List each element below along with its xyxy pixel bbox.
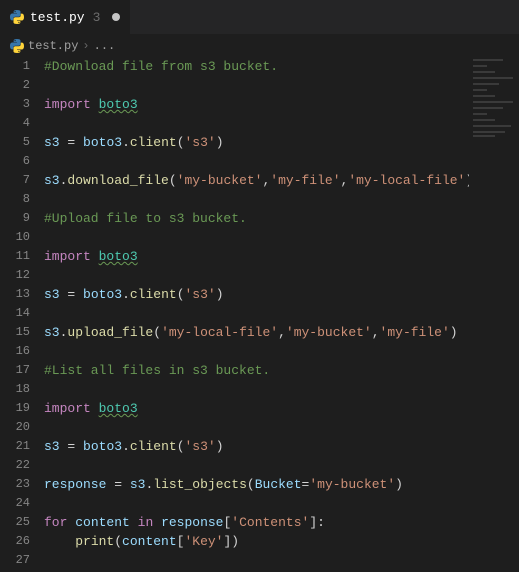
line-number: 6 xyxy=(0,152,30,171)
code-line[interactable] xyxy=(44,342,519,361)
code-area[interactable]: #Download file from s3 bucket. import bot… xyxy=(44,57,519,572)
line-number: 8 xyxy=(0,190,30,209)
code-line[interactable]: s3 = boto3.client('s3') xyxy=(44,133,519,152)
line-number: 15 xyxy=(0,323,30,342)
line-number: 17 xyxy=(0,361,30,380)
line-number: 12 xyxy=(0,266,30,285)
code-line[interactable] xyxy=(44,418,519,437)
line-number: 23 xyxy=(0,475,30,494)
line-number: 20 xyxy=(0,418,30,437)
line-number: 2 xyxy=(0,76,30,95)
line-number-gutter: 1234567891011121314151617181920212223242… xyxy=(0,57,44,572)
line-number: 19 xyxy=(0,399,30,418)
line-number: 26 xyxy=(0,532,30,551)
breadcrumb-more: ... xyxy=(94,39,116,53)
code-line[interactable]: print(content['Key']) xyxy=(44,532,519,551)
line-number: 4 xyxy=(0,114,30,133)
code-line[interactable] xyxy=(44,114,519,133)
tab-filename: test.py xyxy=(30,10,85,25)
line-number: 5 xyxy=(0,133,30,152)
line-number: 9 xyxy=(0,209,30,228)
code-line[interactable]: import boto3 xyxy=(44,399,519,418)
code-line[interactable]: s3.upload_file('my-local-file','my-bucke… xyxy=(44,323,519,342)
code-line[interactable]: s3 = boto3.client('s3') xyxy=(44,285,519,304)
line-number: 21 xyxy=(0,437,30,456)
line-number: 3 xyxy=(0,95,30,114)
line-number: 25 xyxy=(0,513,30,532)
code-line[interactable]: for content in response['Contents']: xyxy=(44,513,519,532)
code-line[interactable] xyxy=(44,190,519,209)
code-line[interactable] xyxy=(44,494,519,513)
line-number: 1 xyxy=(0,57,30,76)
code-line[interactable]: import boto3 xyxy=(44,95,519,114)
line-number: 22 xyxy=(0,456,30,475)
code-line[interactable]: #Upload file to s3 bucket. xyxy=(44,209,519,228)
code-line[interactable]: #List all files in s3 bucket. xyxy=(44,361,519,380)
code-line[interactable] xyxy=(44,228,519,247)
tab-test-py[interactable]: test.py 3 xyxy=(0,0,131,34)
line-number: 13 xyxy=(0,285,30,304)
code-line[interactable]: s3.download_file('my-bucket','my-file','… xyxy=(44,171,519,190)
code-line[interactable]: response = s3.list_objects(Bucket='my-bu… xyxy=(44,475,519,494)
line-number: 24 xyxy=(0,494,30,513)
line-number: 27 xyxy=(0,551,30,570)
code-line[interactable]: import boto3 xyxy=(44,247,519,266)
line-number: 10 xyxy=(0,228,30,247)
python-icon xyxy=(10,39,24,53)
code-line[interactable] xyxy=(44,380,519,399)
minimap[interactable] xyxy=(469,57,519,572)
breadcrumb[interactable]: test.py › ... xyxy=(0,35,519,57)
line-number: 18 xyxy=(0,380,30,399)
line-number: 14 xyxy=(0,304,30,323)
line-number: 11 xyxy=(0,247,30,266)
tab-problems-count: 3 xyxy=(93,10,101,25)
line-number: 16 xyxy=(0,342,30,361)
code-line[interactable] xyxy=(44,152,519,171)
chevron-right-icon: › xyxy=(82,39,89,53)
python-icon xyxy=(10,10,24,24)
code-line[interactable]: #Download file from s3 bucket. xyxy=(44,57,519,76)
breadcrumb-filename: test.py xyxy=(28,39,78,53)
code-line[interactable] xyxy=(44,76,519,95)
code-line[interactable] xyxy=(44,456,519,475)
code-line[interactable] xyxy=(44,266,519,285)
tab-bar: test.py 3 xyxy=(0,0,519,35)
dirty-indicator-icon xyxy=(112,13,120,21)
editor[interactable]: 1234567891011121314151617181920212223242… xyxy=(0,57,519,572)
code-line[interactable] xyxy=(44,304,519,323)
line-number: 7 xyxy=(0,171,30,190)
code-line[interactable]: s3 = boto3.client('s3') xyxy=(44,437,519,456)
code-line[interactable] xyxy=(44,551,519,570)
